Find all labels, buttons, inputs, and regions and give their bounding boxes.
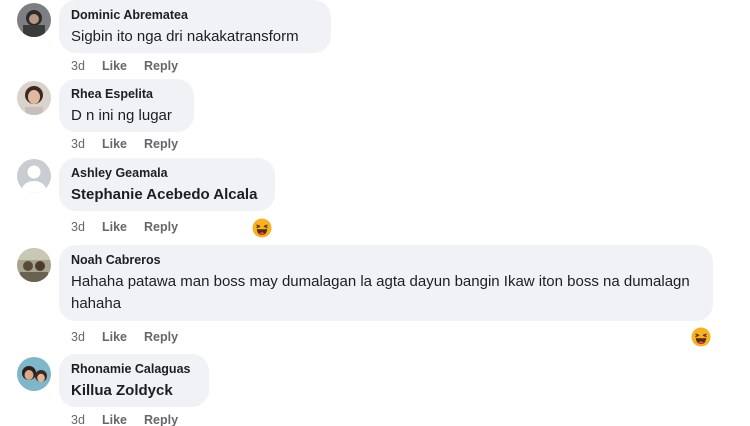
mention-link[interactable]: Killua Zoldyck	[71, 380, 197, 402]
comment-author[interactable]: Rhonamie Calaguas	[71, 361, 197, 377]
like-button[interactable]: Like	[102, 329, 127, 345]
comment-timestamp[interactable]: 3d	[71, 412, 85, 426]
reply-button[interactable]: Reply	[144, 136, 178, 152]
comment-bubble: Noah Cabreros Hahaha patawa man boss may…	[59, 245, 713, 321]
default-avatar-icon[interactable]	[17, 159, 51, 193]
like-button[interactable]: Like	[102, 58, 127, 74]
comment-text: D n ini ng lugar	[71, 107, 172, 124]
comment-author[interactable]: Dominic Abrematea	[71, 7, 319, 23]
comment-bubble: Rhea Espelita D n ini ng lugar	[59, 79, 194, 132]
comment-thread: Dominic Abrematea Sigbin ito nga dri nak…	[0, 0, 750, 426]
reply-button[interactable]: Reply	[144, 329, 178, 345]
comment-timestamp[interactable]: 3d	[71, 136, 85, 152]
like-button[interactable]: Like	[102, 219, 127, 235]
comment-author[interactable]: Ashley Geamala	[71, 165, 263, 181]
comment-bubble: Ashley Geamala Stephanie Acebedo Alcala	[59, 158, 275, 211]
mention-link[interactable]: Stephanie Acebedo Alcala	[71, 184, 263, 206]
comment-author[interactable]: Rhea Espelita	[71, 86, 182, 102]
like-button[interactable]: Like	[102, 412, 127, 426]
like-button[interactable]: Like	[102, 136, 127, 152]
avatar[interactable]	[17, 248, 51, 282]
haha-reaction-icon[interactable]	[691, 327, 711, 347]
comment-timestamp[interactable]: 3d	[71, 329, 85, 345]
comment-bubble: Dominic Abrematea Sigbin ito nga dri nak…	[59, 0, 331, 53]
comment-timestamp[interactable]: 3d	[71, 219, 85, 235]
reply-button[interactable]: Reply	[144, 219, 178, 235]
avatar[interactable]	[17, 3, 51, 37]
haha-reaction-icon[interactable]	[252, 218, 272, 238]
reply-button[interactable]: Reply	[144, 58, 178, 74]
comment-bubble: Rhonamie Calaguas Killua Zoldyck	[59, 354, 209, 407]
avatar[interactable]	[17, 81, 51, 115]
comment-text: Hahaha patawa man boss may dumalagan la …	[71, 273, 690, 312]
avatar[interactable]	[17, 357, 51, 391]
comment-text: Sigbin ito nga dri nakakatransform	[71, 28, 299, 45]
reply-button[interactable]: Reply	[144, 412, 178, 426]
comment-timestamp[interactable]: 3d	[71, 58, 85, 74]
comment-author[interactable]: Noah Cabreros	[71, 252, 701, 268]
